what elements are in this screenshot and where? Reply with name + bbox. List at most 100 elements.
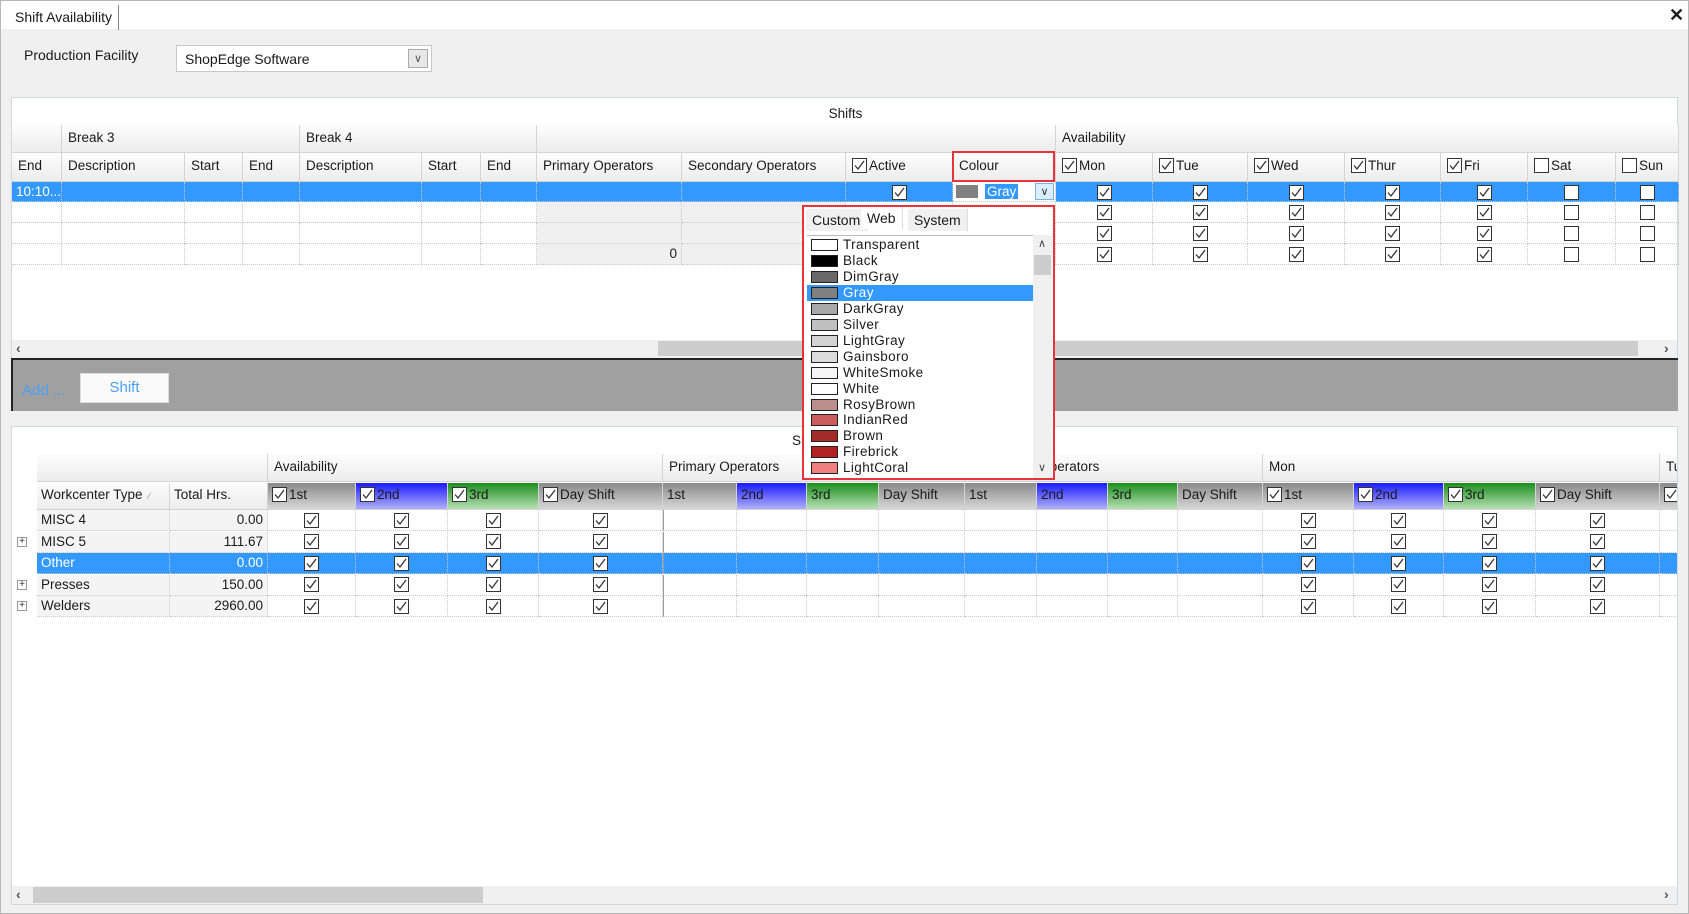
table-cell[interactable] <box>1345 223 1441 244</box>
column-header-secondary-operators[interactable]: Secondary Operators <box>682 153 846 182</box>
table-cell[interactable] <box>243 244 300 265</box>
table-cell[interactable] <box>356 510 448 531</box>
table-cell[interactable] <box>422 223 481 244</box>
availability-checkbox[interactable] <box>394 555 409 571</box>
table-cell[interactable] <box>1108 531 1178 553</box>
table-cell[interactable] <box>1153 202 1248 223</box>
table-cell[interactable]: 150.00 <box>170 574 268 596</box>
table-cell[interactable] <box>737 531 807 553</box>
table-cell[interactable] <box>481 182 537 202</box>
table-cell[interactable] <box>1660 532 1677 553</box>
table-cell[interactable] <box>62 223 185 244</box>
mon-shift-checkbox[interactable] <box>1391 512 1406 528</box>
column-header-thur[interactable]: Thur <box>1345 153 1441 182</box>
table-cell[interactable] <box>1660 510 1677 531</box>
table-cell[interactable] <box>539 553 663 574</box>
table-cell[interactable] <box>12 223 62 244</box>
column-checkbox[interactable] <box>1540 486 1555 502</box>
day-checkbox[interactable] <box>1639 204 1655 220</box>
table-cell[interactable] <box>1441 244 1528 265</box>
table-cell[interactable] <box>879 596 965 617</box>
day-checkbox[interactable] <box>1476 204 1492 220</box>
tab-system[interactable]: System <box>908 209 968 231</box>
table-cell[interactable] <box>1153 182 1248 202</box>
scroll-left-icon[interactable]: ‹ <box>16 340 21 356</box>
table-cell[interactable] <box>12 244 62 265</box>
availability-checkbox[interactable] <box>485 512 501 528</box>
scroll-up-icon[interactable]: ∧ <box>1038 237 1046 250</box>
table-cell[interactable] <box>422 182 481 202</box>
table-cell[interactable] <box>737 596 807 617</box>
column-header-end[interactable]: End <box>12 153 62 182</box>
table-cell[interactable] <box>1345 182 1441 202</box>
table-cell[interactable] <box>268 553 356 574</box>
table-cell[interactable] <box>1616 223 1679 244</box>
column-header-fri[interactable]: Fri <box>1441 153 1528 182</box>
table-cell[interactable] <box>185 244 243 265</box>
table-cell[interactable] <box>1056 223 1153 244</box>
mon-shift-checkbox[interactable] <box>1590 555 1605 571</box>
table-cell[interactable] <box>1528 202 1616 223</box>
table-cell[interactable] <box>1037 531 1108 553</box>
column-checkbox[interactable] <box>1664 486 1677 502</box>
table-cell[interactable] <box>1616 244 1679 265</box>
table-cell[interactable] <box>965 553 1037 574</box>
table-cell[interactable] <box>1528 182 1616 202</box>
table-cell[interactable] <box>1660 553 1677 574</box>
table-cell[interactable] <box>1108 510 1178 531</box>
mon-shift-checkbox[interactable] <box>1482 512 1497 528</box>
table-cell[interactable] <box>448 531 539 553</box>
colour-option[interactable]: IndianRed <box>807 412 1033 428</box>
table-cell[interactable] <box>300 223 422 244</box>
mon-shift-checkbox[interactable] <box>1300 577 1316 593</box>
table-cell[interactable]: 2960.00 <box>170 596 268 617</box>
table-cell[interactable] <box>1056 182 1153 202</box>
mon-shift-checkbox[interactable] <box>1482 555 1497 571</box>
table-cell[interactable]: 0 <box>537 244 682 265</box>
expand-icon[interactable]: + <box>17 579 27 590</box>
column-header-active[interactable]: Active <box>846 153 953 182</box>
chevron-down-icon[interactable]: ∨ <box>408 49 428 68</box>
scroll-right-icon[interactable]: › <box>1664 886 1669 902</box>
active-checkbox[interactable] <box>891 184 907 200</box>
table-cell[interactable] <box>268 574 356 596</box>
table-cell[interactable] <box>965 574 1037 596</box>
table-cell[interactable] <box>62 182 185 202</box>
table-cell[interactable] <box>1441 182 1528 202</box>
mon-shift-checkbox[interactable] <box>1300 555 1316 571</box>
colour-option[interactable]: Gray <box>807 284 1033 302</box>
table-cell[interactable]: 10:10... <box>12 182 62 202</box>
table-cell[interactable] <box>12 202 62 223</box>
column-checkbox[interactable] <box>272 486 287 502</box>
table-cell[interactable] <box>1248 223 1345 244</box>
availability-checkbox[interactable] <box>304 577 319 593</box>
table-cell[interactable] <box>243 182 300 202</box>
day-checkbox[interactable] <box>1564 225 1579 241</box>
column-checkbox[interactable] <box>452 486 467 502</box>
colour-option[interactable]: Brown <box>807 428 1033 444</box>
day-checkbox[interactable] <box>1639 246 1655 262</box>
expand-icon[interactable]: + <box>17 601 27 611</box>
table-cell[interactable] <box>1536 531 1660 553</box>
colour-option[interactable]: Black <box>807 253 1033 269</box>
table-cell[interactable] <box>185 182 243 202</box>
table-cell[interactable] <box>481 202 537 223</box>
mon-shift-checkbox[interactable] <box>1590 534 1605 550</box>
column-checkbox[interactable] <box>1447 157 1462 173</box>
table-cell[interactable] <box>1345 244 1441 265</box>
table-cell[interactable] <box>356 553 448 574</box>
table-cell[interactable] <box>682 182 846 202</box>
table-cell[interactable] <box>1248 182 1345 202</box>
table-cell[interactable] <box>1444 510 1536 531</box>
table-cell[interactable] <box>268 510 356 531</box>
colour-option[interactable]: RosyBrown <box>807 397 1033 413</box>
table-cell[interactable] <box>1354 553 1444 574</box>
tab-shift-availability[interactable]: Shift Availability <box>9 5 120 30</box>
table-cell[interactable] <box>1354 596 1444 617</box>
mon-shift-checkbox[interactable] <box>1300 534 1316 550</box>
table-cell[interactable] <box>1263 596 1354 617</box>
column-checkbox[interactable] <box>543 486 558 502</box>
table-cell[interactable] <box>965 596 1037 617</box>
day-checkbox[interactable] <box>1192 184 1208 200</box>
column-header[interactable]: Day Shift <box>1178 483 1263 510</box>
